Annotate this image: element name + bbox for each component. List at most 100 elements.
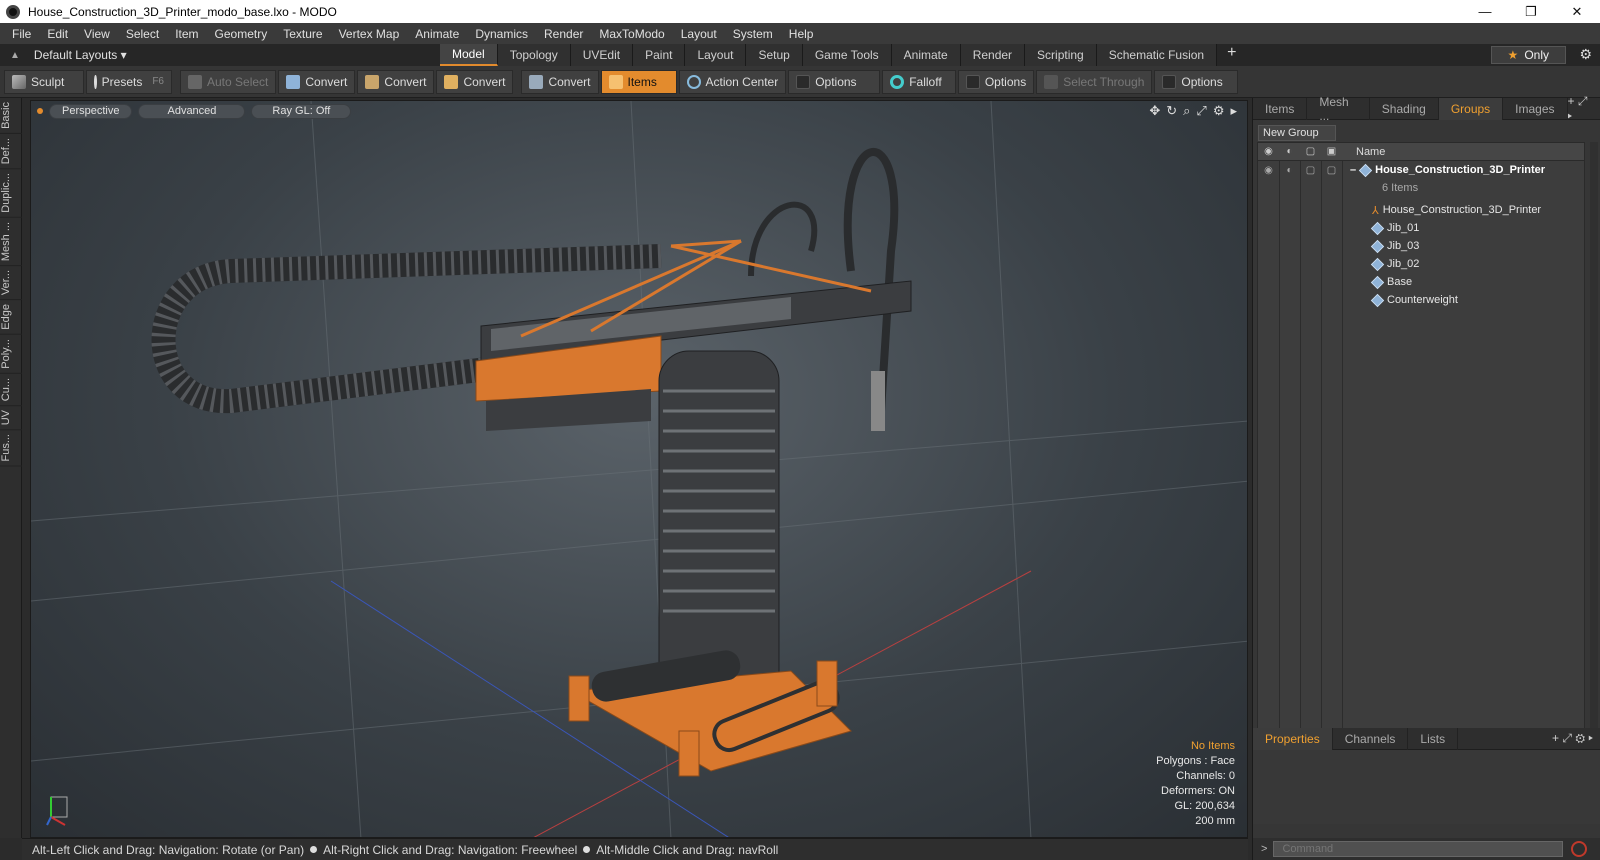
tree-row[interactable]: Base xyxy=(1258,273,1584,291)
tree-row[interactable]: Jib_03 xyxy=(1258,237,1584,255)
left-tab-edge[interactable]: Edge xyxy=(0,300,22,335)
tab-paint[interactable]: Paint xyxy=(633,44,686,66)
tab-scripting[interactable]: Scripting xyxy=(1025,44,1097,66)
raygl-toggle[interactable]: Ray GL: Off xyxy=(251,103,352,119)
menu-edit[interactable]: Edit xyxy=(39,27,76,41)
tab-groups[interactable]: Groups xyxy=(1438,97,1504,120)
convert-materials-button[interactable]: Convert xyxy=(521,69,599,94)
tab-model[interactable]: Model xyxy=(440,44,498,66)
menu-texture[interactable]: Texture xyxy=(275,27,330,41)
tab-channels[interactable]: Channels xyxy=(1333,727,1409,750)
tree-row[interactable]: Counterweight xyxy=(1258,291,1584,309)
render-icon[interactable]: ◐ xyxy=(1279,165,1300,176)
left-tab-polygon[interactable]: Poly... xyxy=(0,334,22,374)
tab-mesh-ops[interactable]: Mesh ... xyxy=(1307,95,1370,123)
action-center-button[interactable]: Action Center xyxy=(678,69,787,94)
select-through-button[interactable]: Select Through xyxy=(1036,69,1153,94)
left-tab-fusion[interactable]: Fus... xyxy=(0,430,22,467)
menu-layout[interactable]: Layout xyxy=(673,27,725,41)
layout-dropdown[interactable]: Default Layouts ▾ xyxy=(34,48,127,62)
tab-schematic-fusion[interactable]: Schematic Fusion xyxy=(1096,44,1218,66)
left-tab-mesh[interactable]: Mesh ... xyxy=(0,217,22,267)
layout-icon[interactable]: ▲ xyxy=(10,50,20,61)
tree-root-row[interactable]: ◉ ◐ ▢ ▢ – House_Construction_3D_Printer xyxy=(1258,161,1584,179)
fit-view-icon[interactable]: ⤢ xyxy=(1196,103,1206,119)
menu-animate[interactable]: Animate xyxy=(407,27,467,41)
left-tab-duplicate[interactable]: Duplic... xyxy=(0,169,22,218)
select-toggle[interactable]: ▢ xyxy=(1321,165,1342,176)
tree-row[interactable]: Jib_02 xyxy=(1258,255,1584,273)
falloff-button[interactable]: Falloff xyxy=(882,69,957,94)
select-column-icon[interactable]: ▣ xyxy=(1321,146,1342,157)
expand-icon[interactable]: ▸ xyxy=(1230,103,1237,119)
menu-dynamics[interactable]: Dynamics xyxy=(467,27,536,41)
tab-lists[interactable]: Lists xyxy=(1408,727,1459,750)
left-tab-deform[interactable]: Def... xyxy=(0,133,22,170)
sculpt-button[interactable]: Sculpt xyxy=(4,69,84,94)
action-center-options-button[interactable]: Options xyxy=(788,69,881,94)
command-input[interactable] xyxy=(1273,841,1564,857)
tree-scrollbar[interactable] xyxy=(1590,142,1598,736)
zoom-view-icon[interactable]: ⌕ xyxy=(1183,103,1190,119)
select-through-options-button[interactable]: Options xyxy=(1154,69,1239,94)
left-tab-curve[interactable]: Cu... xyxy=(0,373,22,406)
menu-select[interactable]: Select xyxy=(118,27,167,41)
viewport-settings-icon[interactable]: ⚙ xyxy=(1213,103,1225,119)
menu-maxtomodo[interactable]: MaxToModo xyxy=(591,27,672,41)
convert-vertices-button[interactable]: Convert xyxy=(278,69,356,94)
lock-column-icon[interactable]: ▢ xyxy=(1300,146,1321,157)
tab-layout[interactable]: Layout xyxy=(685,44,747,66)
menu-view[interactable]: View xyxy=(76,27,118,41)
convert-edges-button[interactable]: Convert xyxy=(357,69,435,94)
tab-images[interactable]: Images xyxy=(1503,97,1568,120)
rotate-view-icon[interactable]: ↻ xyxy=(1166,103,1177,119)
shading-dropdown[interactable]: Advanced xyxy=(138,103,246,119)
tab-shading[interactable]: Shading xyxy=(1370,97,1439,120)
3d-viewport[interactable]: Perspective Advanced Ray GL: Off ✥ ↻ ⌕ ⤢… xyxy=(30,100,1248,838)
collapse-icon[interactable]: – xyxy=(1350,164,1356,176)
gear-icon[interactable]: ⚙ xyxy=(1579,46,1592,63)
tab-topology[interactable]: Topology xyxy=(497,44,571,66)
tree-row[interactable]: ⅄ House_Construction_3D_Printer xyxy=(1258,201,1584,219)
command-history-icon[interactable]: > xyxy=(1261,843,1267,855)
convert-polygons-button[interactable]: Convert xyxy=(436,69,514,94)
name-column-header[interactable]: Name xyxy=(1350,146,1385,158)
record-macro-icon[interactable] xyxy=(1571,841,1588,857)
menu-geometry[interactable]: Geometry xyxy=(207,27,276,41)
items-mode-button[interactable]: Items xyxy=(600,69,677,94)
tab-game-tools[interactable]: Game Tools xyxy=(802,44,892,66)
perspective-dropdown[interactable]: Perspective xyxy=(49,103,133,119)
presets-button[interactable]: Presets F6 xyxy=(86,69,172,94)
add-panel-tab-icon[interactable]: + ⤢ ▸ xyxy=(1568,94,1600,124)
tab-setup[interactable]: Setup xyxy=(746,44,803,66)
lock-toggle[interactable]: ▢ xyxy=(1300,165,1321,176)
tab-render[interactable]: Render xyxy=(960,44,1026,66)
left-tab-basic[interactable]: Basic xyxy=(0,98,22,134)
falloff-options-button[interactable]: Options xyxy=(958,69,1035,94)
left-tab-uv[interactable]: UV xyxy=(0,405,22,431)
menu-item[interactable]: Item xyxy=(167,27,206,41)
menu-render[interactable]: Render xyxy=(536,27,591,41)
tab-uvedit[interactable]: UVEdit xyxy=(570,44,634,66)
render-column-icon[interactable]: ◐ xyxy=(1279,146,1300,157)
close-button[interactable]: ✕ xyxy=(1554,0,1600,23)
add-tab-button[interactable]: + xyxy=(1217,44,1246,66)
eye-icon[interactable]: ◉ xyxy=(1258,165,1279,176)
restore-button[interactable]: ❐ xyxy=(1508,0,1554,23)
tree-row[interactable]: Jib_01 xyxy=(1258,219,1584,237)
auto-select-button[interactable]: Auto Select xyxy=(180,69,277,94)
menu-help[interactable]: Help xyxy=(781,27,822,41)
tab-items[interactable]: Items xyxy=(1253,97,1308,120)
viewport-menu-dot[interactable] xyxy=(37,108,43,114)
properties-options-icon[interactable]: + ⤢ ⚙ ▸ xyxy=(1552,731,1600,746)
tab-properties[interactable]: Properties xyxy=(1253,727,1333,750)
new-group-button[interactable]: New Group xyxy=(1258,125,1336,141)
only-toggle[interactable]: ★ Only xyxy=(1490,46,1566,64)
move-view-icon[interactable]: ✥ xyxy=(1149,103,1160,119)
minimize-button[interactable]: — xyxy=(1462,0,1508,23)
menu-system[interactable]: System xyxy=(725,27,781,41)
left-tab-vertex[interactable]: Ver... xyxy=(0,266,22,301)
tab-animate[interactable]: Animate xyxy=(891,44,961,66)
menu-file[interactable]: File xyxy=(4,27,39,41)
menu-vertex-map[interactable]: Vertex Map xyxy=(331,27,408,41)
